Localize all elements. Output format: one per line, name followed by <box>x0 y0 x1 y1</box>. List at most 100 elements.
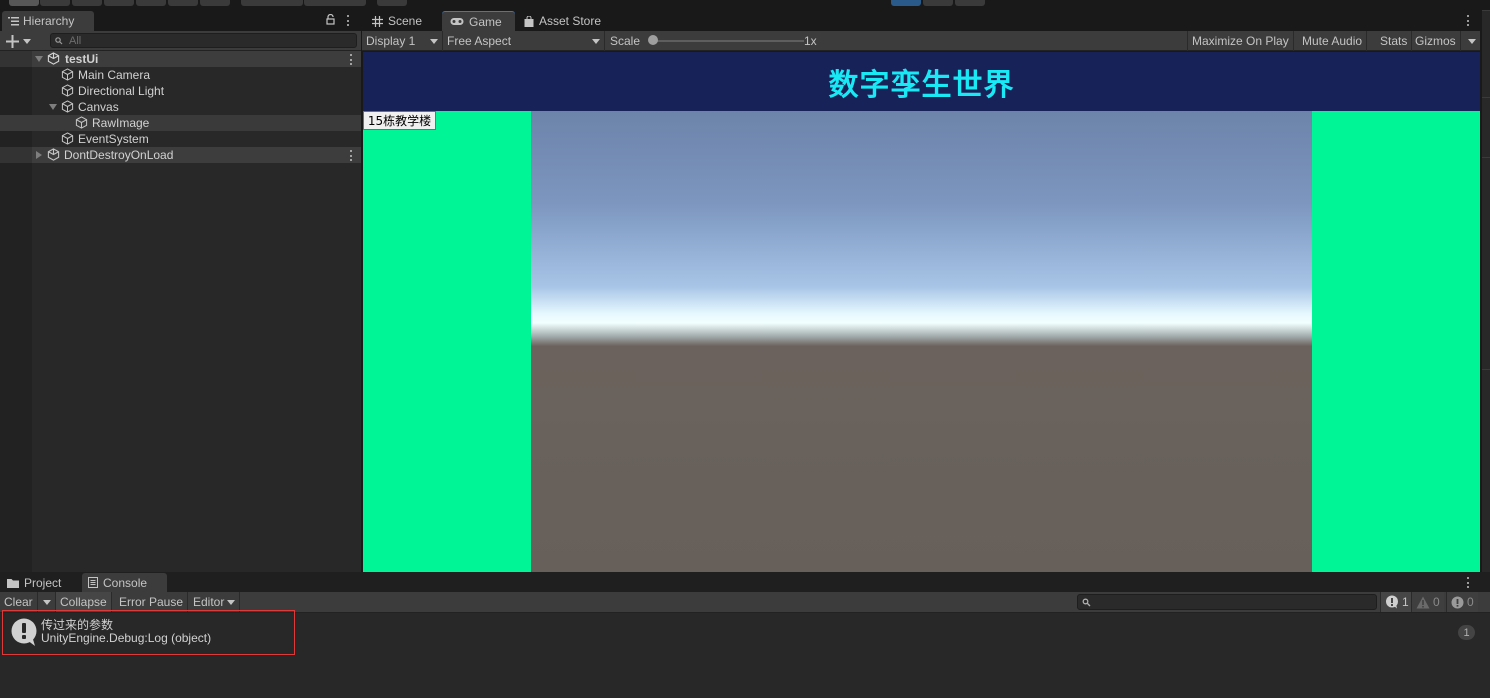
console-icon <box>88 577 98 588</box>
game-toolbar: Display 1 Free Aspect Scale 1x Maximize … <box>362 31 1480 51</box>
aspect-dropdown[interactable]: Free Aspect <box>443 31 605 51</box>
scene-menu-icon[interactable] <box>350 150 353 161</box>
tab-asset-store[interactable]: Asset Store <box>516 11 616 31</box>
chevron-down-icon <box>227 599 236 605</box>
gameobject-cube-icon <box>61 100 74 113</box>
game-panel-menu-icon[interactable] <box>1467 15 1470 26</box>
grid-icon <box>372 15 383 27</box>
error-pause-label: Error Pause <box>119 595 184 609</box>
error-pause-toggle[interactable]: Error Pause <box>115 592 189 612</box>
error-icon <box>1451 596 1464 608</box>
hierarchy-panel: Hierarchy All testUi Main Camera Directi… <box>0 10 361 572</box>
step-button[interactable] <box>955 0 985 6</box>
mute-audio-label: Mute Audio <box>1302 34 1363 48</box>
hierarchy-tabbar: Hierarchy <box>0 10 361 31</box>
collapse-toggle[interactable]: Collapse <box>56 592 112 612</box>
display-dropdown[interactable]: Display 1 <box>362 31 443 51</box>
hierarchy-row-eventsystem[interactable]: EventSystem <box>0 131 361 147</box>
add-dropdown-arrow[interactable] <box>23 39 31 44</box>
title-banner: 数字孪生世界 <box>363 52 1480 111</box>
hierarchy-row-label: EventSystem <box>78 132 149 146</box>
console-tabbar: Project Console <box>0 572 1490 592</box>
scale-tool-button[interactable] <box>104 0 134 6</box>
console-search-input[interactable] <box>1077 594 1377 610</box>
scale-slider-thumb[interactable] <box>648 35 658 45</box>
gizmos-label: Gizmos <box>1415 34 1456 48</box>
warning-icon <box>1416 596 1430 608</box>
hierarchy-row-main-camera[interactable]: Main Camera <box>0 67 361 83</box>
expand-arrow-icon[interactable] <box>35 56 43 62</box>
maximize-on-play-label: Maximize On Play <box>1192 34 1289 48</box>
search-icon <box>55 36 63 44</box>
tab-label: Scene <box>388 14 423 28</box>
log-count-toggle[interactable]: 1 <box>1380 592 1413 612</box>
warning-count: 0 <box>1433 595 1440 609</box>
mute-audio-toggle[interactable]: Mute Audio <box>1298 31 1368 51</box>
main-toolbar <box>0 0 1490 10</box>
hierarchy-row-label: Directional Light <box>78 84 165 98</box>
clear-button[interactable]: Clear <box>0 592 38 612</box>
scene-menu-icon[interactable] <box>350 54 353 65</box>
tab-hierarchy[interactable]: Hierarchy <box>2 11 94 31</box>
hierarchy-menu-icon[interactable] <box>347 15 350 26</box>
rect-tool-button[interactable] <box>136 0 166 6</box>
chevron-down-icon <box>43 599 51 605</box>
right-panel-edge <box>1480 10 1490 572</box>
aspect-value: Free Aspect <box>447 34 512 48</box>
global-toggle[interactable] <box>304 0 366 6</box>
snap-button[interactable] <box>377 0 407 6</box>
error-count: 0 <box>1467 595 1474 609</box>
custom-tool-button[interactable] <box>200 0 230 6</box>
plus-icon[interactable] <box>6 35 19 48</box>
tab-project[interactable]: Project <box>1 573 81 592</box>
search-placeholder: All <box>69 34 82 47</box>
tab-game[interactable]: Game <box>442 11 515 31</box>
chevron-down-icon <box>1468 38 1476 44</box>
play-button[interactable] <box>891 0 921 6</box>
hierarchy-toolbar: All <box>0 31 361 51</box>
clear-options-dropdown[interactable] <box>39 592 56 612</box>
move-tool-button[interactable] <box>40 0 70 6</box>
gizmos-dropdown[interactable] <box>1464 31 1480 51</box>
info-message-icon <box>11 618 37 646</box>
tab-console[interactable]: Console <box>82 573 167 592</box>
game-viewport[interactable]: 数字孪生世界 15栋教学楼 <box>363 52 1480 572</box>
transform-tool-button[interactable] <box>168 0 198 6</box>
gizmos-toggle[interactable]: Gizmos <box>1411 31 1461 51</box>
tab-label: Game <box>469 14 502 29</box>
console-log-entry[interactable]: 传过来的参数 UnityEngine.Debug:Log (object) <box>2 610 295 655</box>
hierarchy-search-input[interactable]: All <box>50 33 357 48</box>
warning-count-toggle[interactable]: 0 <box>1411 592 1444 612</box>
hand-tool-button[interactable] <box>9 0 39 6</box>
error-count-toggle[interactable]: 0 <box>1446 592 1478 612</box>
scale-slider-track[interactable] <box>654 40 804 42</box>
pause-button[interactable] <box>923 0 953 6</box>
console-panel: Project Console Clear Collapse Error Pau… <box>0 572 1490 698</box>
info-message-icon <box>1386 595 1398 609</box>
pivot-toggle[interactable] <box>241 0 303 6</box>
editor-dropdown[interactable]: Editor <box>189 592 241 612</box>
unity-scene-icon <box>47 148 60 161</box>
chevron-down-icon <box>592 38 600 44</box>
collapse-arrow-icon[interactable] <box>36 151 42 159</box>
log-count: 1 <box>1402 595 1409 609</box>
hierarchy-row-rawimage[interactable]: RawImage <box>0 115 361 131</box>
gameobject-cube-icon <box>61 84 74 97</box>
hierarchy-row-testui[interactable]: testUi <box>0 51 361 67</box>
hierarchy-row-label: Canvas <box>78 100 119 114</box>
maximize-on-play-toggle[interactable]: Maximize On Play <box>1187 31 1294 51</box>
hierarchy-row-canvas[interactable]: Canvas <box>0 99 361 115</box>
gameobject-cube-icon <box>75 116 88 129</box>
hierarchy-row-directional-light[interactable]: Directional Light <box>0 83 361 99</box>
console-menu-icon[interactable] <box>1467 577 1470 588</box>
expand-arrow-icon[interactable] <box>49 104 57 110</box>
scale-value: 1x <box>804 34 817 48</box>
hierarchy-row-dontdestroyonload[interactable]: DontDestroyOnLoad <box>0 147 361 163</box>
tab-scene[interactable]: Scene <box>364 11 440 31</box>
rotate-tool-button[interactable] <box>72 0 102 6</box>
tab-label: Asset Store <box>539 14 602 28</box>
shopping-bag-icon <box>524 15 534 27</box>
lock-icon[interactable] <box>326 14 335 25</box>
building-15-button[interactable]: 15栋教学楼 <box>363 111 436 130</box>
stats-toggle[interactable]: Stats <box>1376 31 1413 51</box>
